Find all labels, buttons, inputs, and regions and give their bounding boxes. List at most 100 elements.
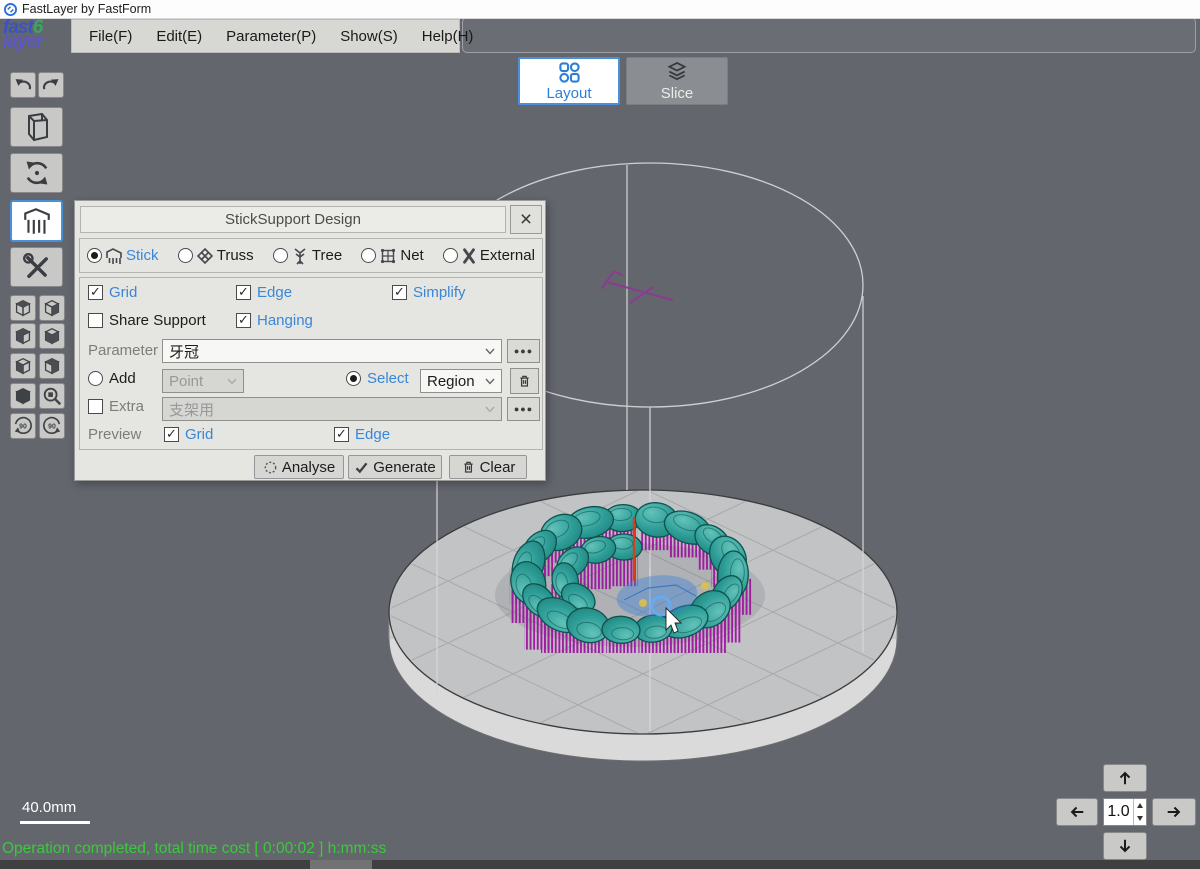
menu-parameter[interactable]: Parameter(P) <box>226 28 316 45</box>
view-right-button[interactable] <box>39 353 65 379</box>
trash-icon <box>461 459 476 475</box>
bottom-window-edge <box>0 860 1200 869</box>
clear-button[interactable]: Clear <box>449 455 527 479</box>
stick-radio[interactable] <box>87 248 102 263</box>
magnifier-icon <box>41 385 63 407</box>
simplify-checkbox[interactable]: Simplify <box>392 284 466 301</box>
model-button[interactable] <box>10 107 63 147</box>
check-icon <box>354 460 369 475</box>
stick-support-dialog: StickSupport Design × Stick Truss Tree <box>74 200 546 481</box>
select-radio[interactable]: Select <box>346 370 409 387</box>
menu-file[interactable]: File(F) <box>89 28 132 45</box>
undo-icon <box>13 75 33 95</box>
layout-button[interactable]: Layout <box>518 57 620 105</box>
scale-label: 40.0mm <box>22 799 76 816</box>
view-bottom-button[interactable] <box>39 323 65 349</box>
pan-down-button[interactable] <box>1103 832 1147 860</box>
chevron-down-icon <box>485 348 495 355</box>
delete-region-button[interactable] <box>510 368 539 394</box>
step-value[interactable]: 1.0 <box>1104 803 1133 821</box>
tree-icon <box>291 247 309 265</box>
close-button[interactable]: × <box>510 205 542 234</box>
close-icon: × <box>520 209 532 230</box>
tree-radio[interactable] <box>273 248 288 263</box>
preview-grid-checkbox[interactable]: Grid <box>164 426 213 443</box>
grid-checkbox[interactable]: Grid <box>88 284 137 301</box>
trash-icon <box>517 373 532 389</box>
tools-button[interactable] <box>10 247 63 287</box>
right-arrow-icon <box>1164 803 1184 821</box>
add-radio[interactable]: Add <box>88 370 136 387</box>
share-support-checkbox[interactable]: Share Support <box>88 312 206 329</box>
rotate-90-cw-button[interactable]: 90 <box>10 413 36 439</box>
support-button[interactable] <box>10 200 63 242</box>
point-combo: Point <box>162 369 244 393</box>
up-arrow-icon <box>1116 768 1134 788</box>
status-message: Operation completed, total time cost [ 0… <box>2 840 386 858</box>
generate-button[interactable]: Generate <box>348 455 442 479</box>
redo-icon <box>41 75 61 95</box>
chevron-down-icon <box>227 378 237 385</box>
view-isometric-button[interactable] <box>10 383 36 409</box>
menu-edit[interactable]: Edit(E) <box>156 28 202 45</box>
region-combo[interactable]: Region <box>420 369 502 393</box>
parameter-more-button[interactable]: ●●● <box>507 339 540 363</box>
left-arrow-icon <box>1067 803 1087 821</box>
type-external[interactable]: External <box>443 247 535 265</box>
stick-icon <box>105 247 123 265</box>
redo-button[interactable] <box>38 72 64 98</box>
view-back-button[interactable] <box>39 295 65 321</box>
pan-right-button[interactable] <box>1152 798 1196 826</box>
edge-checkbox[interactable]: Edge <box>236 284 292 301</box>
dialog-title[interactable]: StickSupport Design <box>80 206 506 233</box>
app-icon <box>4 3 17 16</box>
truss-radio[interactable] <box>178 248 193 263</box>
type-stick[interactable]: Stick <box>87 247 159 265</box>
view-front-button[interactable] <box>10 323 36 349</box>
type-tree[interactable]: Tree <box>273 247 342 265</box>
view-top-button[interactable] <box>10 295 36 321</box>
extra-more-button[interactable]: ●●● <box>507 397 540 421</box>
support-type-row: Stick Truss Tree Net <box>79 238 543 273</box>
rotate-button[interactable] <box>10 153 63 193</box>
preview-label: Preview <box>88 426 141 443</box>
pan-left-button[interactable] <box>1056 798 1098 826</box>
stray-support-lines <box>602 271 672 303</box>
slice-button[interactable]: Slice <box>626 57 728 105</box>
menu-help[interactable]: Help(H) <box>422 28 474 45</box>
stick-support-icon <box>21 205 53 237</box>
net-icon <box>379 247 397 265</box>
parameter-combo[interactable]: 牙冠 <box>162 339 502 363</box>
rotate-90-ccw-button[interactable]: 90 <box>39 413 65 439</box>
external-icon <box>461 247 477 265</box>
view-left-button[interactable] <box>10 353 36 379</box>
app-logo: fast6layer <box>3 21 42 49</box>
menu-show[interactable]: Show(S) <box>340 28 398 45</box>
analyse-button[interactable]: Analyse <box>254 455 344 479</box>
preview-edge-checkbox[interactable]: Edge <box>334 426 390 443</box>
model-part-icon <box>22 111 52 143</box>
menubar: File(F) Edit(E) Parameter(P) Show(S) Hel… <box>71 19 460 53</box>
step-value-spinner[interactable]: 1.0 <box>1103 798 1147 826</box>
chevron-down-icon <box>485 406 495 413</box>
options-group: Grid Edge Simplify Share Support Hanging… <box>79 277 543 450</box>
undo-button[interactable] <box>10 72 36 98</box>
truss-icon <box>196 247 214 265</box>
scale-bar <box>20 821 90 824</box>
window-title: FastLayer by FastForm <box>22 2 151 16</box>
type-net[interactable]: Net <box>361 247 423 265</box>
rotate-icon <box>22 158 52 188</box>
pan-up-button[interactable] <box>1103 764 1147 792</box>
analyse-icon <box>263 460 278 475</box>
zoom-fit-button[interactable] <box>39 383 65 409</box>
net-radio[interactable] <box>361 248 376 263</box>
extra-checkbox[interactable]: Extra <box>88 398 144 415</box>
spin-up-button[interactable] <box>1134 799 1146 812</box>
external-radio[interactable] <box>443 248 458 263</box>
chevron-down-icon <box>485 378 495 385</box>
hanging-checkbox[interactable]: Hanging <box>236 312 313 329</box>
type-truss[interactable]: Truss <box>178 247 254 265</box>
spin-down-button[interactable] <box>1134 812 1146 825</box>
extra-combo: 支架用 <box>162 397 502 421</box>
tools-icon <box>22 252 52 282</box>
